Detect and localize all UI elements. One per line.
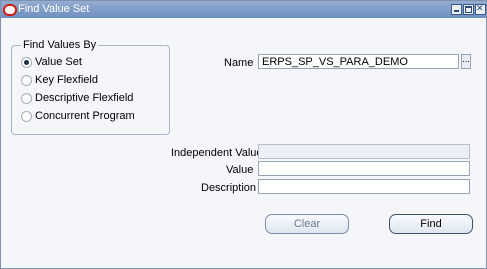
oracle-icon <box>3 4 17 16</box>
name-label: Name <box>224 57 254 69</box>
radio-descriptive-flexfield[interactable]: Descriptive Flexfield <box>21 91 133 105</box>
radio-label: Descriptive Flexfield <box>35 92 134 104</box>
radio-label: Concurrent Program <box>35 110 135 122</box>
clear-button[interactable]: Clear <box>265 214 349 234</box>
radio-label: Value Set <box>35 56 82 68</box>
find-button[interactable]: Find <box>389 214 473 234</box>
name-field[interactable]: ERPS_SP_VS_PARA_DEMO <box>258 54 459 69</box>
radio-button[interactable] <box>21 74 32 86</box>
find-values-by-title: Find Values By <box>21 39 99 51</box>
find-value-set-window: Find Value Set Find Values By Value Set … <box>0 0 487 269</box>
description-field[interactable] <box>258 179 470 194</box>
maximize-button[interactable] <box>463 4 474 15</box>
independent-value-field <box>258 144 470 159</box>
radio-button[interactable] <box>21 92 32 104</box>
radio-label: Key Flexfield <box>35 74 98 86</box>
radio-button[interactable] <box>21 56 32 68</box>
close-button[interactable] <box>475 3 486 15</box>
description-label: Description <box>201 182 257 194</box>
value-label: Value <box>226 164 254 176</box>
radio-concurrent-program[interactable]: Concurrent Program <box>21 109 135 123</box>
radio-key-flexfield[interactable]: Key Flexfield <box>21 73 98 87</box>
title-bar: Find Value Set <box>1 1 486 18</box>
minimize-button[interactable] <box>451 4 462 15</box>
radio-button[interactable] <box>21 110 32 122</box>
independent-value-label: Independent Value <box>171 147 263 159</box>
list-of-values-button[interactable]: ... <box>461 54 471 69</box>
radio-value-set[interactable]: Value Set <box>21 55 82 69</box>
value-field[interactable] <box>258 161 470 176</box>
window-title: Find Value Set <box>18 3 90 15</box>
